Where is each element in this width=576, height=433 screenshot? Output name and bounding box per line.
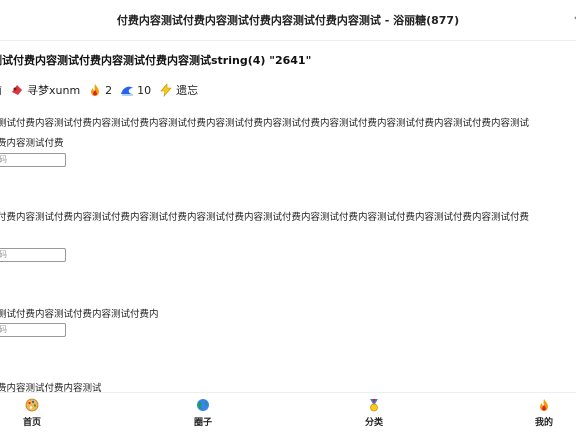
paid-content-line: 测试付费内容测试付费内容测试付费内 [0, 309, 159, 320]
paid-content-line: 费内容测试付费内容测试 [0, 383, 102, 392]
paid-content-line: 付费内容测试付费内容测试付费内容测试付费内容测试付费内容测试付费内容测试付费内容… [0, 212, 530, 223]
medal-icon [370, 399, 378, 412]
post-content: 测试付费内容测试付费内容测试付费内容测试string(4) "2641" 前 寻… [0, 40, 576, 392]
palette-icon [25, 398, 39, 412]
flame-icon [91, 84, 100, 96]
meta-prefix: 前 [0, 82, 2, 98]
tab-category[interactable]: 分类 [344, 398, 404, 428]
post-title: 测试付费内容测试付费内容测试付费内容测试string(4) "2641" [0, 54, 312, 67]
status-text: 遗忘 [176, 84, 199, 97]
status-badge: 遗忘 [159, 82, 198, 98]
hot-count-value: 2 [105, 83, 113, 97]
password-input[interactable]: 码 [0, 323, 66, 337]
top-navbar: 付费内容测试付费内容测试付费内容测试付费内容测试 - 浴丽糖(877) ‹ [0, 0, 576, 41]
tab-home[interactable]: 首页 [2, 398, 62, 428]
post-meta: 前 寻梦xunm 2 10 遗忘 [0, 82, 206, 98]
tab-label: 首页 [22, 418, 41, 428]
tab-label: 分类 [364, 418, 383, 428]
author-avatar-icon [12, 85, 22, 95]
page-title: 付费内容测试付费内容测试付费内容测试付费内容测试 - 浴丽糖(877) [116, 14, 460, 27]
tab-label: 圈子 [193, 418, 212, 428]
password-input[interactable]: 码 [0, 248, 66, 262]
reply-count-value: 10 [137, 83, 152, 97]
tab-me[interactable]: 我的 [514, 398, 574, 428]
password-input[interactable]: 码 [0, 153, 66, 167]
lightning-icon [160, 83, 172, 97]
tab-circle[interactable]: 圈子 [173, 398, 233, 428]
tab-label: 我的 [534, 418, 553, 428]
paid-content-line: 费内容测试付费 [0, 138, 64, 149]
wave-icon [121, 86, 134, 96]
paid-content-line: 测试付费内容测试付费内容测试付费内容测试付费内容测试付费内容测试付费内容测试付费… [0, 118, 530, 129]
hot-count: 2 [88, 83, 112, 97]
author-link[interactable]: 寻梦xunm [10, 82, 80, 98]
bottom-tabbar: 首页 圈子 分类 我的 [0, 392, 576, 433]
globe-icon [197, 399, 209, 411]
flame-icon [540, 399, 548, 411]
reply-count: 10 [120, 83, 151, 97]
author-name: 寻梦xunm [27, 84, 81, 97]
